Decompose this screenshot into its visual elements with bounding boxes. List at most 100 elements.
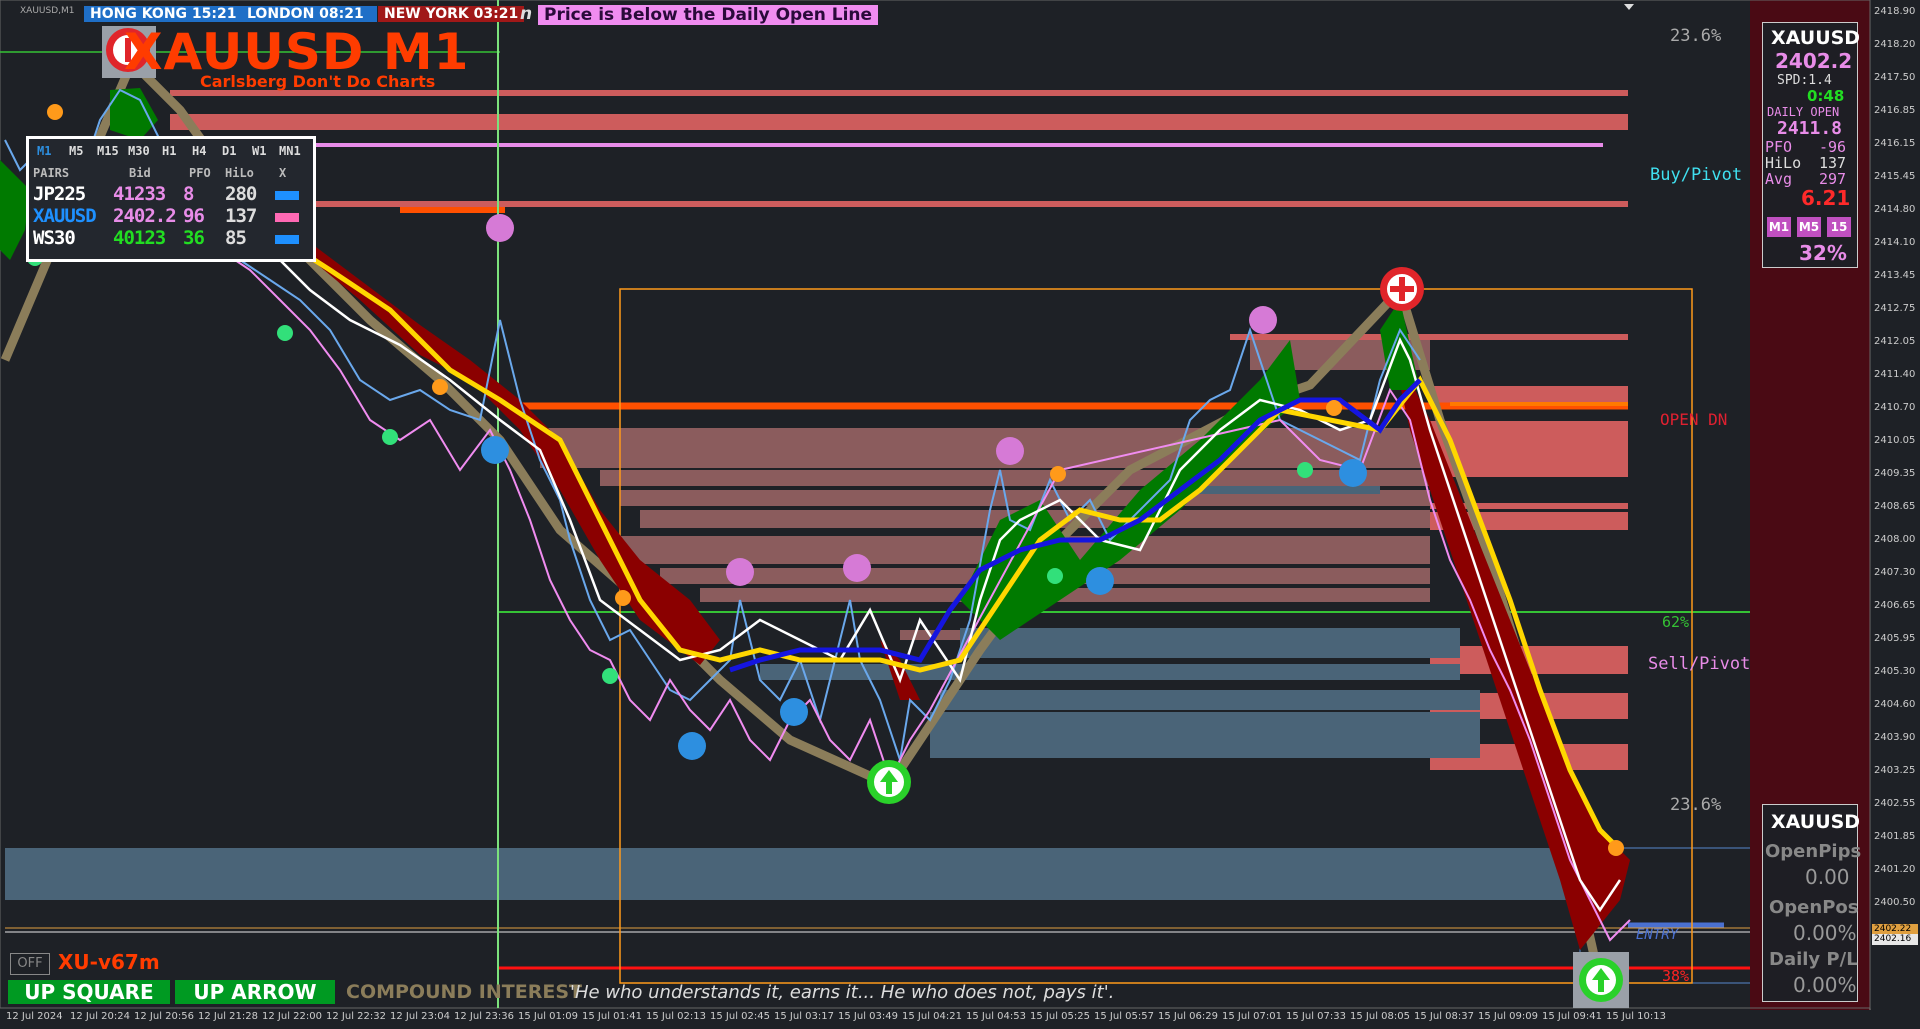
buy-pivot-label: Buy/Pivot bbox=[1650, 165, 1743, 185]
info-daily-open-label: DAILY OPEN bbox=[1767, 105, 1840, 119]
time-tick: 15 Jul 05:25 bbox=[1030, 1011, 1090, 1022]
col-hilo: HiLo bbox=[225, 166, 254, 180]
up-arrow-button[interactable]: UP ARROW bbox=[175, 980, 335, 1004]
price-tick: 2406.65 bbox=[1874, 600, 1916, 611]
price-tick: 2418.20 bbox=[1874, 39, 1916, 50]
pair-pfo: 36 bbox=[183, 227, 205, 249]
time-tick: 12 Jul 20:24 bbox=[70, 1011, 130, 1022]
col-pairs: PAIRS bbox=[33, 166, 70, 180]
pair-x-indicator bbox=[275, 213, 299, 222]
price-tick: 2414.10 bbox=[1874, 237, 1916, 248]
compound-interest-label: COMPOUND INTEREST bbox=[346, 981, 582, 1003]
bid-price-marker: 2402.22 bbox=[1874, 924, 1912, 934]
time-tick: 12 Jul 22:32 bbox=[326, 1011, 386, 1022]
time-tick: 15 Jul 02:45 bbox=[710, 1011, 770, 1022]
clock-suffix: n bbox=[520, 4, 533, 24]
off-toggle[interactable]: OFF bbox=[10, 953, 50, 975]
pos-open-pips-label: OpenPips bbox=[1765, 841, 1862, 862]
price-tick: 2412.05 bbox=[1874, 336, 1916, 347]
pair-name[interactable]: WS30 bbox=[33, 227, 76, 249]
info-daily-open-value: 2411.8 bbox=[1777, 118, 1843, 139]
tf-h4[interactable]: H4 bbox=[192, 144, 206, 158]
clock-london: LONDON 08:21 bbox=[241, 6, 377, 22]
up-square-marker bbox=[1573, 952, 1629, 1008]
time-tick: 12 Jul 23:36 bbox=[454, 1011, 514, 1022]
tf-m5[interactable]: M5 bbox=[69, 144, 83, 158]
price-tick: 2408.00 bbox=[1874, 534, 1916, 545]
fib-top-label: 23.6% bbox=[1670, 26, 1722, 46]
price-tick: 2410.05 bbox=[1874, 435, 1916, 446]
open-dn-label: OPEN DN bbox=[1660, 410, 1728, 429]
time-tick: 15 Jul 06:29 bbox=[1158, 1011, 1218, 1022]
pair-name[interactable]: JP225 bbox=[33, 183, 86, 205]
time-tick: 15 Jul 10:13 bbox=[1606, 1011, 1666, 1022]
info-percent: 32% bbox=[1799, 241, 1847, 265]
time-tick: 15 Jul 09:41 bbox=[1542, 1011, 1602, 1022]
time-tick: 15 Jul 03:17 bbox=[774, 1011, 834, 1022]
time-tick: 15 Jul 08:05 bbox=[1350, 1011, 1410, 1022]
price-tick: 2414.80 bbox=[1874, 204, 1916, 215]
price-tick: 2407.30 bbox=[1874, 567, 1916, 578]
window-tab-label: XAUUSD,M1 bbox=[20, 6, 75, 16]
price-tick: 2415.45 bbox=[1874, 171, 1916, 182]
pair-hilo: 280 bbox=[225, 183, 257, 205]
time-tick: 15 Jul 07:33 bbox=[1286, 1011, 1346, 1022]
price-tick: 2405.30 bbox=[1874, 666, 1916, 677]
price-tick: 2409.35 bbox=[1874, 468, 1916, 479]
pair-x-indicator bbox=[275, 235, 299, 244]
time-tick: 12 Jul 2024 bbox=[6, 1011, 63, 1022]
price-tick: 2400.50 bbox=[1874, 897, 1916, 908]
version-label: XU-v67m bbox=[58, 950, 160, 974]
pair-pfo: 8 bbox=[183, 183, 194, 205]
time-tick: 12 Jul 20:56 bbox=[134, 1011, 194, 1022]
tf-h1[interactable]: H1 bbox=[162, 144, 176, 158]
price-tick: 2403.90 bbox=[1874, 732, 1916, 743]
quote-text: 'He who understands it, earns it... He w… bbox=[570, 982, 1115, 1003]
price-tick: 2411.40 bbox=[1874, 369, 1916, 380]
info-tf-button-m1[interactable]: M1 bbox=[1767, 217, 1791, 237]
clock-hong-kong: HONG KONG 15:21 bbox=[84, 6, 242, 22]
fib-62-label: 62% bbox=[1662, 613, 1690, 631]
pair-x-indicator bbox=[275, 191, 299, 200]
pair-pfo: 96 bbox=[183, 205, 205, 227]
price-tick: 2405.95 bbox=[1874, 633, 1916, 644]
info-tf-button-m5[interactable]: M5 bbox=[1797, 217, 1821, 237]
tf-m1[interactable]: M1 bbox=[37, 144, 51, 158]
pos-daily-pl-label: Daily P/L bbox=[1769, 949, 1858, 970]
price-tick: 2403.25 bbox=[1874, 765, 1916, 776]
pair-name[interactable]: XAUUSD bbox=[33, 205, 97, 227]
time-tick: 15 Jul 01:09 bbox=[518, 1011, 578, 1022]
pos-daily-pl-value: 0.00% bbox=[1793, 973, 1857, 997]
price-tick: 2401.85 bbox=[1874, 831, 1916, 842]
time-tick: 15 Jul 05:57 bbox=[1094, 1011, 1154, 1022]
fib-bottom-label: 23.6% bbox=[1670, 795, 1722, 815]
tf-w1[interactable]: W1 bbox=[252, 144, 266, 158]
info-tf-button-15[interactable]: 15 bbox=[1827, 217, 1851, 237]
pair-bid: 40123 bbox=[113, 227, 166, 249]
price-tick: 2408.65 bbox=[1874, 501, 1916, 512]
tf-m30[interactable]: M30 bbox=[128, 144, 150, 158]
time-tick: 15 Jul 04:53 bbox=[966, 1011, 1026, 1022]
pos-open-pips-value: 0.00 bbox=[1805, 865, 1850, 889]
pos-open-pos-label: OpenPos bbox=[1769, 897, 1859, 918]
price-tick: 2404.60 bbox=[1874, 699, 1916, 710]
info-symbol: XAUUSD bbox=[1771, 27, 1861, 49]
info-avg-label: Avg bbox=[1765, 170, 1793, 188]
tf-mn1[interactable]: MN1 bbox=[279, 144, 301, 158]
down-arrow-marker-1 bbox=[1380, 267, 1424, 311]
tf-m15[interactable]: M15 bbox=[97, 144, 119, 158]
pos-open-pos-value: 0.00% bbox=[1793, 921, 1857, 945]
up-arrow-marker bbox=[867, 760, 911, 804]
pair-hilo: 85 bbox=[225, 227, 247, 249]
sell-pivot-label: Sell/Pivot bbox=[1648, 654, 1751, 674]
tf-d1[interactable]: D1 bbox=[222, 144, 236, 158]
pos-symbol: XAUUSD bbox=[1771, 811, 1861, 833]
info-timer: 0:48 bbox=[1807, 87, 1845, 105]
entry-label: ENTRY bbox=[1636, 927, 1679, 943]
up-square-button[interactable]: UP SQUARE bbox=[8, 980, 170, 1004]
col-x: X bbox=[279, 166, 287, 180]
fib-38-label: 38% bbox=[1662, 967, 1690, 985]
time-tick: 15 Jul 08:37 bbox=[1414, 1011, 1474, 1022]
price-tick: 2412.75 bbox=[1874, 303, 1916, 314]
col-pfo: PFO bbox=[189, 166, 211, 180]
